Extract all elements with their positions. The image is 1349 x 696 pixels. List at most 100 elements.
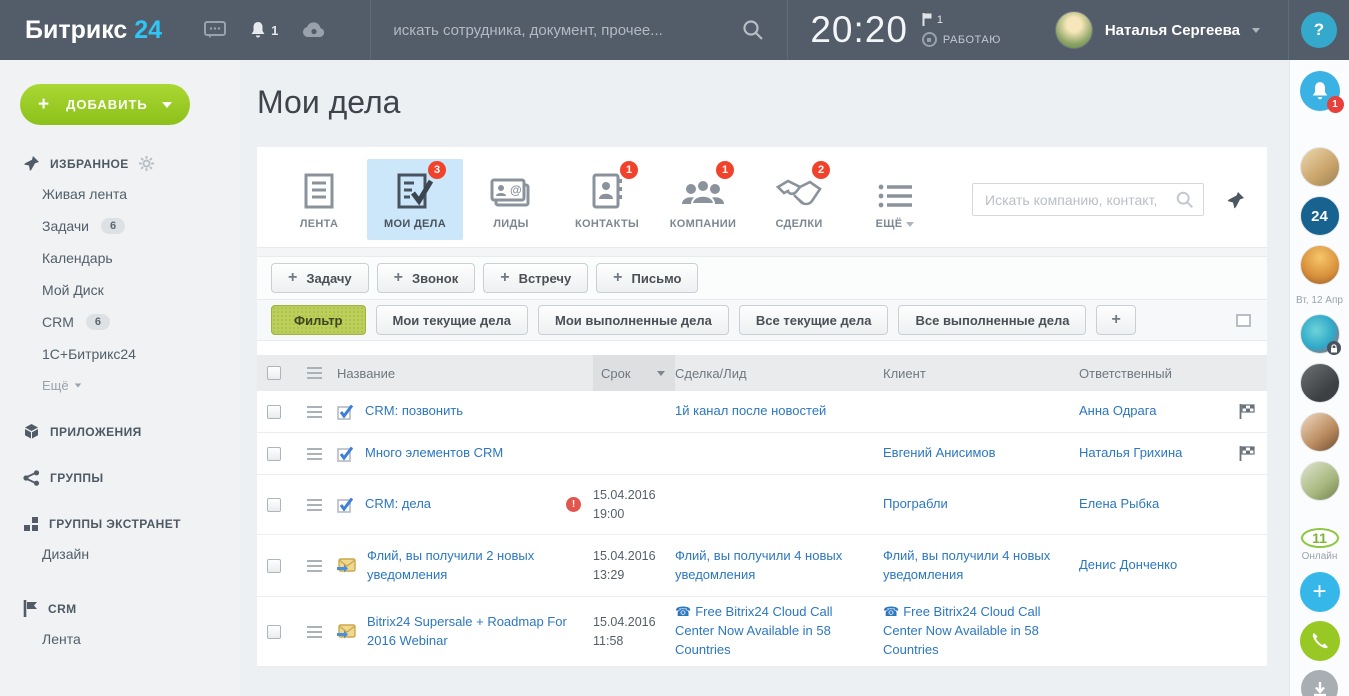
bitrix24-logo[interactable]: Битрикс 24: [0, 16, 204, 45]
expand-window-icon[interactable]: [1236, 314, 1251, 327]
search-icon[interactable]: [741, 18, 765, 42]
bitrix24-chat-avatar[interactable]: 24: [1300, 196, 1340, 236]
column-header-deal[interactable]: Сделка/Лид: [675, 360, 883, 387]
sidebar-item-applications[interactable]: ПРИЛОЖЕНИЯ: [0, 423, 240, 440]
add-preset-button[interactable]: +: [1096, 305, 1135, 335]
user-avatar[interactable]: [1055, 11, 1093, 49]
sidebar-item-live-feed[interactable]: Живая лента: [0, 178, 240, 210]
preset-my-current[interactable]: Мои текущие дела: [376, 305, 528, 335]
sidebar-item-calendar[interactable]: Календарь: [0, 242, 240, 274]
chat-icon[interactable]: [204, 21, 226, 39]
responsible-link[interactable]: Наталья Грихина: [1079, 445, 1182, 460]
column-header-name[interactable]: Название: [337, 360, 593, 387]
sidebar-item-groups[interactable]: ГРУППЫ: [0, 470, 240, 486]
row-checkbox[interactable]: [267, 498, 281, 512]
online-users-button[interactable]: 11: [1301, 528, 1339, 548]
gear-icon[interactable]: [139, 156, 154, 171]
row-menu-icon[interactable]: [307, 448, 322, 460]
sidebar-item-tasks[interactable]: Задачи6: [0, 210, 240, 242]
user-menu[interactable]: Наталья Сергеева: [1027, 11, 1288, 49]
sidebar-more[interactable]: Ещё: [0, 370, 240, 393]
add-email-button[interactable]: +Письмо: [596, 263, 698, 293]
activity-link[interactable]: Много элементов CRM: [365, 444, 503, 463]
row-checkbox[interactable]: [267, 447, 281, 461]
row-checkbox[interactable]: [267, 405, 281, 419]
activity-link[interactable]: CRM: дела: [365, 495, 431, 514]
deal-link[interactable]: 1й канал после новостей: [675, 403, 826, 418]
flag-counter[interactable]: 1: [922, 13, 1001, 26]
column-header-responsible[interactable]: Ответственный: [1079, 360, 1227, 387]
telephony-button[interactable]: [1300, 621, 1340, 661]
sidebar-item-crm[interactable]: CRM6: [0, 306, 240, 338]
row-menu-icon[interactable]: [307, 560, 322, 572]
notifications-bell-icon[interactable]: 1: [250, 21, 278, 39]
chat-avatar-6[interactable]: [1300, 461, 1340, 501]
work-time-block[interactable]: 20:20 1 РАБОТАЮ: [787, 0, 1027, 60]
add-meeting-button[interactable]: +Встречу: [483, 263, 588, 293]
tab-my-deals[interactable]: 3 МОИ ДЕЛА: [367, 159, 463, 240]
invite-add-button[interactable]: +: [1300, 572, 1340, 612]
search-icon[interactable]: [1175, 190, 1195, 210]
client-link[interactable]: Програбли: [883, 496, 948, 511]
finish-flag-icon[interactable]: [1239, 404, 1255, 419]
activity-link[interactable]: Bitrix24 Supersale + Roadmap For 2016 We…: [367, 613, 581, 651]
row-checkbox[interactable]: [267, 559, 281, 573]
column-header-client[interactable]: Клиент: [883, 360, 1079, 387]
preset-all-completed[interactable]: Все выполненные дела: [898, 305, 1086, 335]
responsible-link[interactable]: Денис Донченко: [1079, 557, 1177, 572]
deal-link[interactable]: ☎Free Bitrix24 Cloud Call Center Now Ava…: [675, 604, 832, 657]
tab-companies[interactable]: 1 КОМПАНИИ: [655, 159, 751, 240]
sidebar-item-extranet-groups[interactable]: ГРУППЫ ЭКСТРАНЕТ: [0, 516, 240, 532]
tab-contacts[interactable]: 1 КОНТАКТЫ: [559, 159, 655, 240]
tab-leads[interactable]: @ ЛИДЫ: [463, 159, 559, 240]
client-link[interactable]: Евгений Анисимов: [883, 445, 996, 460]
row-menu-icon[interactable]: [307, 626, 322, 638]
help-button[interactable]: ?: [1301, 12, 1337, 48]
sidebar-item-crm-section[interactable]: CRM: [0, 600, 240, 617]
pin-page-icon[interactable]: [1226, 191, 1245, 210]
sidebar-item-1c-bitrix24[interactable]: 1С+Битрикс24: [0, 338, 240, 370]
cloud-network-icon[interactable]: [302, 22, 326, 38]
responsible-link[interactable]: Елена Рыбка: [1079, 496, 1159, 511]
add-button[interactable]: + ДОБАВИТЬ: [20, 84, 190, 125]
tab-more[interactable]: ЕЩЁ: [847, 159, 943, 240]
column-header-due[interactable]: Срок: [593, 355, 675, 391]
download-app-button[interactable]: [1301, 670, 1338, 696]
grid-settings-icon[interactable]: [307, 367, 322, 379]
feed-icon: [304, 173, 334, 209]
select-all-checkbox[interactable]: [267, 366, 281, 380]
row-menu-icon[interactable]: [307, 406, 322, 418]
chat-avatar-3[interactable]: [1300, 314, 1340, 354]
notifications-button[interactable]: 1: [1300, 71, 1340, 111]
contacts-icon: [592, 173, 622, 209]
badge: 6: [86, 314, 110, 330]
preset-my-completed[interactable]: Мои выполненные дела: [538, 305, 729, 335]
chat-avatar-1[interactable]: [1300, 147, 1340, 187]
chat-avatar-4[interactable]: [1300, 363, 1340, 403]
add-task-button[interactable]: +Задачу: [271, 263, 369, 293]
responsible-link[interactable]: Анна Одрага: [1079, 403, 1156, 418]
row-checkbox[interactable]: [267, 625, 281, 639]
crm-search-input[interactable]: Искать компанию, контакт,: [972, 183, 1204, 216]
tab-deals[interactable]: 2 СДЕЛКИ: [751, 159, 847, 240]
client-link[interactable]: Флий, вы получили 4 новых уведомления: [883, 548, 1050, 582]
my-deals-icon: [397, 171, 433, 209]
sidebar-item-crm-feed[interactable]: Лента: [0, 623, 240, 655]
chat-avatar-5[interactable]: [1300, 412, 1340, 452]
work-status[interactable]: РАБОТАЮ: [922, 32, 1001, 47]
row-menu-icon[interactable]: [307, 499, 322, 511]
finish-flag-icon[interactable]: [1239, 446, 1255, 461]
filter-button[interactable]: Фильтр: [271, 305, 366, 335]
add-call-button[interactable]: +Звонок: [377, 263, 476, 293]
client-link[interactable]: ☎Free Bitrix24 Cloud Call Center Now Ava…: [883, 604, 1040, 657]
chat-avatar-2[interactable]: [1300, 245, 1340, 285]
sidebar-item-design[interactable]: Дизайн: [0, 538, 240, 570]
sidebar-item-my-disk[interactable]: Мой Диск: [0, 274, 240, 306]
global-search[interactable]: искать сотрудника, документ, прочее...: [370, 0, 787, 60]
activity-link[interactable]: CRM: позвонить: [365, 402, 463, 421]
activity-link[interactable]: Флий, вы получили 2 новых уведомления: [367, 547, 581, 585]
deal-link[interactable]: Флий, вы получили 4 новых уведомления: [675, 548, 842, 582]
clock[interactable]: 20:20: [810, 9, 908, 51]
tab-feed[interactable]: ЛЕНТА: [271, 159, 367, 240]
preset-all-current[interactable]: Все текущие дела: [739, 305, 889, 335]
